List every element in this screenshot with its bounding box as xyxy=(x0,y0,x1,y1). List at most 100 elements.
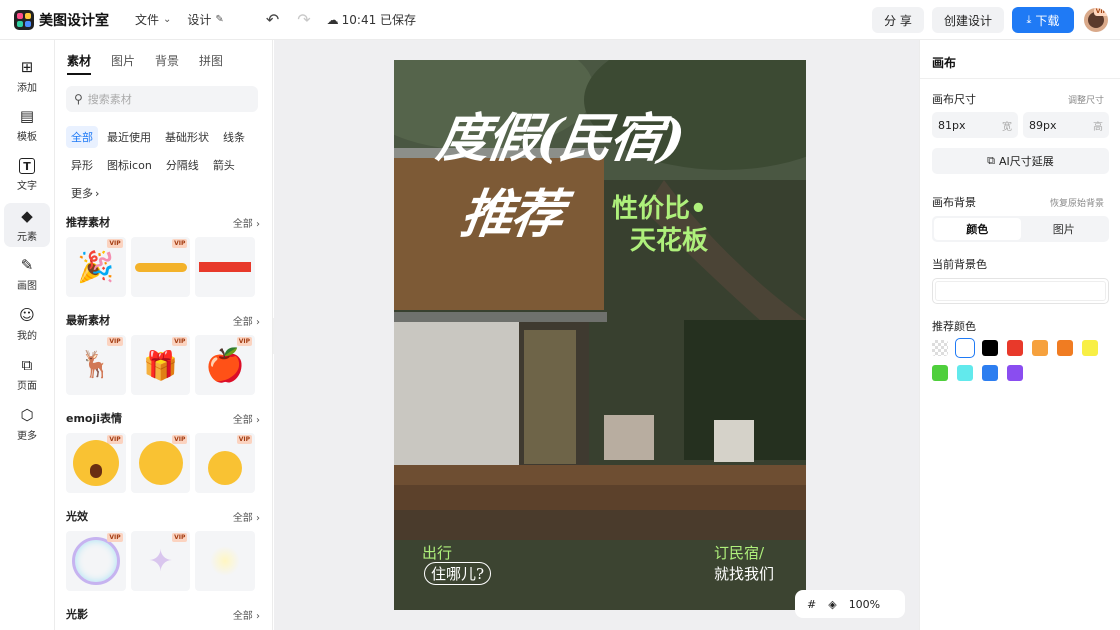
current-bg-color-field[interactable] xyxy=(932,278,1109,304)
cube-icon: ⬡ xyxy=(20,406,34,424)
tab-images[interactable]: 图片 xyxy=(111,52,135,75)
poster-canvas[interactable]: 度假(民宿) 推荐 性价比• 天花板 出行 住哪儿? 订民宿/ 就找我们 xyxy=(394,60,806,610)
chip-arrows[interactable]: 箭头 xyxy=(208,154,240,176)
width-field[interactable]: 81px 宽 xyxy=(932,112,1018,138)
template-icon: ▤ xyxy=(19,107,35,125)
material-thumb[interactable]: VIP xyxy=(130,237,191,297)
material-thumb[interactable]: VIP xyxy=(130,433,191,493)
ai-expand-label: AI尺寸延展 xyxy=(999,155,1054,168)
section-recommended: 推荐素材 全部 › VIP 🎉 VIP xyxy=(66,214,260,297)
nav-add[interactable]: ⊞ 添加 xyxy=(4,54,50,98)
nav-label: 元素 xyxy=(17,232,37,243)
color-swatch[interactable] xyxy=(957,365,973,381)
section-all-link[interactable]: 全部 › xyxy=(233,607,260,622)
nav-templates[interactable]: ▤ 模板 xyxy=(4,103,50,147)
material-thumb[interactable]: VIP 🎁 xyxy=(130,335,191,395)
section-title: 光效 xyxy=(66,510,88,523)
chip-icons[interactable]: 图标icon xyxy=(102,154,157,176)
tab-materials[interactable]: 素材 xyxy=(67,52,92,75)
material-panel: 素材 图片 背景 拼图 ⚲ 搜索素材 全部 最近使用 基础形状 线条 异形 图标… xyxy=(55,40,273,630)
avatar[interactable]: VIP xyxy=(1084,8,1108,32)
color-swatch[interactable] xyxy=(932,340,948,356)
poster-title-line1[interactable]: 度假(民宿) xyxy=(433,96,689,171)
nav-text[interactable]: T 文字 xyxy=(4,153,50,197)
chip-irregular[interactable]: 异形 xyxy=(66,154,98,176)
material-thumb[interactable]: VIP 🍎 xyxy=(195,335,256,395)
material-thumb[interactable]: VIP xyxy=(66,531,126,591)
chip-lines[interactable]: 线条 xyxy=(218,126,250,148)
redo-icon[interactable]: ↷ xyxy=(297,10,310,29)
nav-pages[interactable]: ⧉ 页面 xyxy=(4,352,50,396)
material-thumb[interactable] xyxy=(195,531,256,591)
download-button[interactable]: ⤓ 下载 xyxy=(1012,7,1074,33)
app-logo[interactable]: 美图设计室 xyxy=(14,9,109,30)
reindeer-sleigh-icon: 🦌 xyxy=(79,350,113,380)
color-swatch[interactable] xyxy=(982,365,998,381)
tab-bg-image[interactable]: 图片 xyxy=(1021,218,1108,240)
section-all-link[interactable]: 全部 › xyxy=(233,215,260,230)
undo-icon[interactable]: ↶ xyxy=(266,10,279,29)
color-swatch[interactable] xyxy=(1007,365,1023,381)
chip-more[interactable]: 更多 › xyxy=(66,182,104,204)
poster-bottom-left-line1[interactable]: 出行 xyxy=(422,542,452,563)
color-swatch[interactable] xyxy=(1007,340,1023,356)
file-menu[interactable]: 文件 ⌄ xyxy=(135,11,171,28)
nav-draw[interactable]: ✎ 画图 xyxy=(4,252,50,296)
chip-all[interactable]: 全部 xyxy=(66,126,98,148)
current-bg-swatch xyxy=(935,281,1106,301)
chip-recent[interactable]: 最近使用 xyxy=(102,126,156,148)
nav-more[interactable]: ⬡ 更多 xyxy=(4,402,50,446)
nav-elements[interactable]: ◆ 元素 xyxy=(4,203,50,247)
material-thumb[interactable]: VIP xyxy=(66,433,126,493)
vip-badge: VIP xyxy=(107,239,123,248)
material-thumb[interactable]: VIP xyxy=(195,433,256,493)
nav-label: 文字 xyxy=(17,181,37,192)
sparkle-icon: ✦ xyxy=(147,543,174,579)
layers-icon[interactable]: ◈ xyxy=(828,598,836,611)
color-swatch[interactable] xyxy=(1082,340,1098,356)
color-swatch[interactable] xyxy=(982,340,998,356)
section-all-link[interactable]: 全部 › xyxy=(233,509,260,524)
material-thumb[interactable]: VIP ✦ xyxy=(130,531,191,591)
chip-basic-shapes[interactable]: 基础形状 xyxy=(160,126,214,148)
grid-icon[interactable]: # xyxy=(807,598,816,611)
reset-bg-link[interactable]: 恢复原始背景 xyxy=(1050,196,1104,209)
section-light-shadow: 光影 全部 › xyxy=(66,606,260,622)
poster-subtitle-line2[interactable]: 天花板 xyxy=(630,220,708,257)
tab-collage[interactable]: 拼图 xyxy=(199,52,223,75)
color-swatch[interactable] xyxy=(955,338,975,358)
zoom-level[interactable]: 100% xyxy=(849,598,880,611)
poster-bottom-right-line2[interactable]: 就找我们 xyxy=(714,563,774,584)
section-all-link[interactable]: 全部 › xyxy=(233,313,260,328)
material-thumb[interactable]: VIP 🦌 xyxy=(66,335,126,395)
poster-bottom-right-line1[interactable]: 订民宿/ xyxy=(714,542,764,563)
pencil-icon: ✎ xyxy=(20,256,34,274)
chip-more-label: 更多 xyxy=(71,187,93,200)
chevron-down-icon: ⌄ xyxy=(163,14,172,25)
create-design-button[interactable]: 创建设计 xyxy=(932,7,1004,33)
shocked-emoji-icon xyxy=(72,440,119,486)
color-swatch[interactable] xyxy=(1032,340,1048,356)
vip-badge: VIP xyxy=(172,239,188,248)
section-all-link[interactable]: 全部 › xyxy=(233,411,260,426)
share-button[interactable]: 分 享 xyxy=(872,7,924,33)
tab-backgrounds[interactable]: 背景 xyxy=(155,52,179,75)
chip-dividers[interactable]: 分隔线 xyxy=(161,154,204,176)
color-swatch[interactable] xyxy=(932,365,948,381)
poster-title-line2[interactable]: 推荐 xyxy=(457,172,568,247)
height-field[interactable]: 89px 高 xyxy=(1023,112,1109,138)
color-swatch[interactable] xyxy=(1057,340,1073,356)
material-thumb[interactable] xyxy=(195,237,256,297)
design-menu[interactable]: 设计 ✎ xyxy=(187,11,223,28)
material-thumb[interactable]: VIP 🎉 xyxy=(66,237,126,297)
section-title: 推荐素材 xyxy=(66,216,110,229)
tab-bg-color[interactable]: 颜色 xyxy=(934,218,1021,240)
chevron-right-icon: › xyxy=(95,186,100,200)
poster-bottom-left-line2[interactable]: 住哪儿? xyxy=(424,562,492,585)
nav-label: 画图 xyxy=(17,281,37,292)
search-input[interactable]: ⚲ 搜索素材 xyxy=(66,86,258,112)
vip-badge: VIP xyxy=(107,337,123,346)
resize-link[interactable]: 调整尺寸 xyxy=(1068,93,1104,106)
nav-mine[interactable]: ☺ 我的 xyxy=(4,302,50,346)
ai-expand-button[interactable]: ⧉ AI尺寸延展 xyxy=(932,148,1109,174)
